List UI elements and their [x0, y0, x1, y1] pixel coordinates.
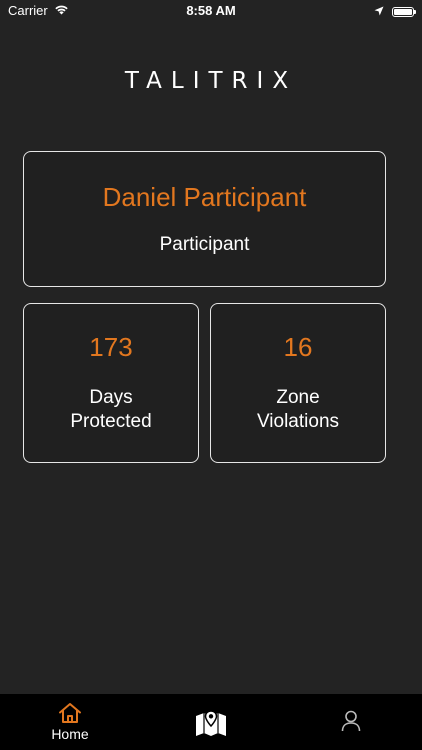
battery-icon: [392, 6, 416, 17]
location-arrow-icon: [374, 4, 384, 19]
app-screen: Carrier 8:58 AM TALITRIX Daniel Particip…: [0, 0, 422, 750]
person-icon: [341, 710, 361, 737]
profile-card: Daniel Participant Participant: [23, 151, 386, 287]
participant-role: Participant: [159, 234, 250, 255]
tab-map[interactable]: [141, 694, 281, 750]
app-logo: TALITRIX: [124, 68, 298, 94]
days-protected-label: Days Protected: [24, 386, 198, 434]
days-protected-label-line2: Protected: [70, 411, 152, 432]
zone-violations-value: 16: [283, 332, 313, 362]
home-icon: [58, 702, 82, 729]
map-icon: [195, 709, 227, 742]
tab-home[interactable]: Home: [0, 694, 140, 750]
days-protected-label-line1: Days: [89, 387, 133, 408]
status-bar: Carrier 8:58 AM: [0, 0, 422, 24]
tab-home-label: Home: [51, 726, 89, 742]
zone-violations-label: Zone Violations: [211, 386, 385, 434]
days-protected-value: 173: [89, 332, 133, 362]
status-right: [374, 4, 416, 19]
participant-name: Daniel Participant: [102, 182, 307, 212]
days-protected-card: 173 Days Protected: [23, 303, 199, 463]
tab-bar: Home: [0, 694, 422, 750]
tab-profile[interactable]: [281, 694, 421, 750]
zone-violations-label-line1: Zone: [276, 387, 320, 408]
zone-violations-card: 16 Zone Violations: [210, 303, 386, 463]
status-time: 8:58 AM: [186, 3, 236, 18]
battery-level: [394, 8, 412, 15]
zone-violations-label-line2: Violations: [256, 411, 340, 432]
